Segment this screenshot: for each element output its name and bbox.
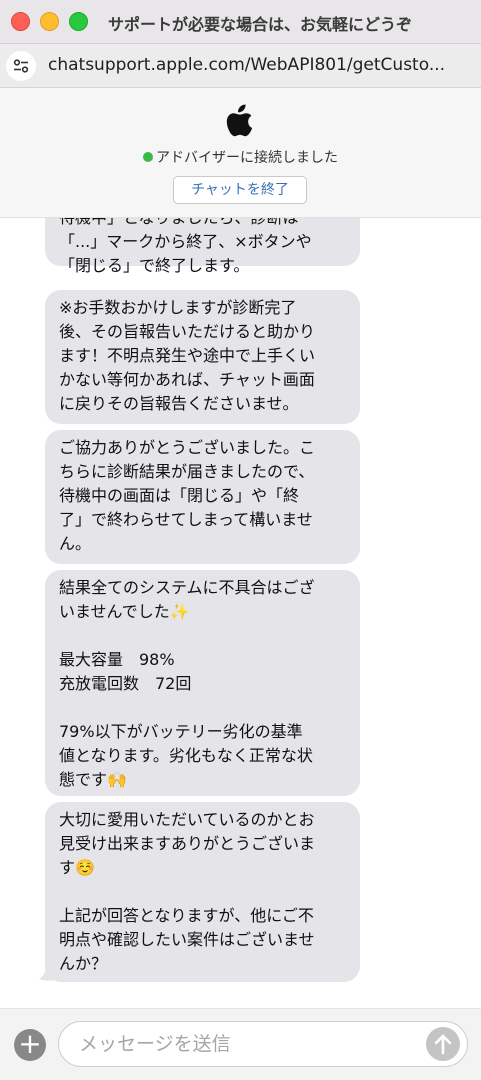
apple-logo-icon — [226, 104, 253, 137]
message-line: ん。 — [59, 534, 92, 553]
window-titlebar: サポートが必要な場合は、お気軽にどうぞ — [0, 0, 481, 44]
message-line: に戻りその旨報告くださいませ。 — [59, 394, 299, 413]
message-bubble: 待機中」となりましたら、診断は 「...」マークから終了、×ボタンや 「閉じる」… — [45, 218, 360, 275]
message-line: いませんでした✨ — [59, 602, 190, 621]
message-line: 後、その旨報告いただけると助かり — [59, 322, 316, 341]
message-line: ※お手数おかけしますが診断完了 — [59, 298, 297, 317]
message-input[interactable] — [58, 1021, 468, 1067]
message-line: 結果全てのシステムに不具合はござ — [59, 578, 315, 597]
close-window-icon[interactable] — [11, 12, 30, 31]
message-list[interactable]: 待機中」となりましたら、診断は 「...」マークから終了、×ボタンや 「閉じる」… — [0, 218, 481, 1008]
message-line: かない等何かあれば、チャット画面 — [59, 370, 315, 389]
address-bar: chatsupport.apple.com/WebAPI801/getCusto… — [0, 44, 481, 88]
message-line: 了」で終わらせてしまって構いませ — [59, 510, 313, 529]
url-text[interactable]: chatsupport.apple.com/WebAPI801/getCusto… — [48, 55, 473, 75]
sliders-icon — [13, 59, 29, 73]
send-button[interactable] — [426, 1027, 460, 1061]
attach-button[interactable]: + — [14, 1029, 46, 1061]
message-line: ます！不明点発生や途中で上手くい — [59, 346, 316, 365]
message-line: ご協力ありがとうございました。こ — [59, 438, 316, 457]
message-line: 値となります。劣化もなく正常な状 — [59, 746, 313, 765]
message-line: 態です🙌 — [59, 770, 127, 789]
message-bubble: ※お手数おかけしますが診断完了 後、その旨報告いただけると助かり ます！不明点発… — [45, 290, 360, 424]
message-spacer — [59, 624, 348, 648]
minimize-window-icon[interactable] — [40, 12, 59, 31]
message-bubble: 大切に愛用いただいているのかとお 見受け出来ますありがとうございま す☺️ 上記… — [45, 802, 360, 982]
site-settings-button[interactable] — [6, 51, 36, 81]
message-line: ちらに診断結果が届きましたので、 — [59, 462, 315, 481]
message-line: 大切に愛用いただいているのかとお — [59, 810, 315, 829]
window-title: サポートが必要な場合は、お気軽にどうぞ — [108, 15, 413, 34]
message-line: 「...」マークから終了、×ボタンや — [59, 232, 312, 251]
message-spacer — [59, 696, 348, 720]
message-line: 待機中」となりましたら、診断は — [59, 218, 348, 230]
message-line: 最大容量 98% — [59, 650, 175, 669]
message-line: 待機中の画面は「閉じる」や「終 — [59, 486, 300, 505]
message-line: す☺️ — [59, 858, 95, 877]
message-line: 見受け出来ますありがとうございま — [59, 834, 316, 853]
message-line: 充放電回数 72回 — [59, 674, 192, 693]
message-bubble: 結果全てのシステムに不具合はござ いませんでした✨ 最大容量 98% 充放電回数… — [45, 570, 360, 796]
connection-status-text: アドバイザーに接続しました — [156, 150, 338, 166]
zoom-window-icon[interactable] — [69, 12, 88, 31]
message-spacer — [59, 880, 348, 904]
arrow-up-icon — [434, 1034, 452, 1055]
message-line: 明点や確認したい案件はございませ — [59, 930, 315, 949]
message-composer: + — [0, 1008, 481, 1080]
message-line: 「閉じる」で終了します。 — [59, 256, 250, 275]
message-line: 上記が回答となりますが、他にご不 — [59, 906, 314, 925]
plus-icon: + — [18, 1027, 42, 1060]
message-bubble: ご協力ありがとうございました。こ ちらに診断結果が届きましたので、 待機中の画面… — [45, 430, 360, 564]
end-chat-button[interactable]: チャットを終了 — [173, 176, 307, 204]
message-line: んか？ — [59, 954, 108, 973]
status-dot-icon — [143, 152, 153, 162]
message-line: 79%以下がバッテリー劣化の基準 — [59, 722, 303, 741]
bubble-tail-icon — [39, 956, 58, 981]
connection-status: アドバイザーに接続しました — [0, 147, 481, 167]
